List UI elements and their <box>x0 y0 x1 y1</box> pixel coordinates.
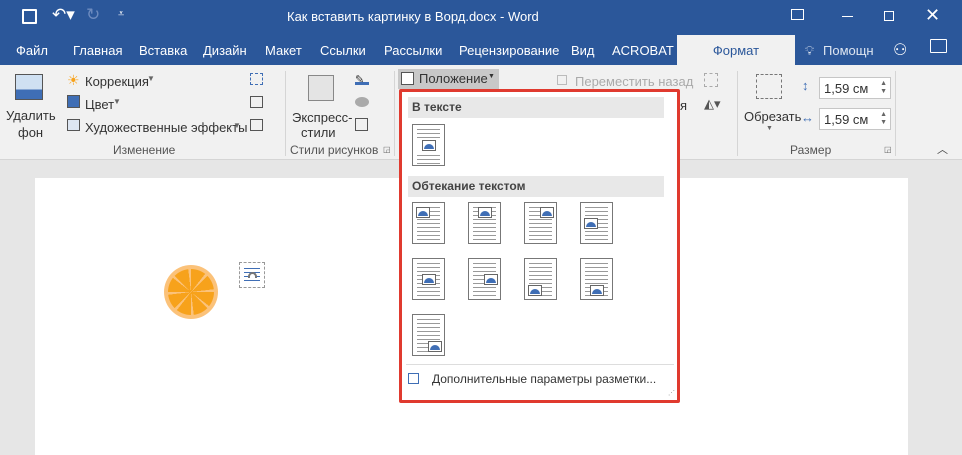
send-backward-button[interactable]: Переместить назад <box>575 74 693 89</box>
group-divider <box>285 71 286 156</box>
send-backward-icon <box>557 75 567 85</box>
width-input[interactable]: 1,59 см ▲ ▼ <box>819 108 891 130</box>
width-icon: ↔ <box>801 110 814 125</box>
picture-icon <box>584 218 598 229</box>
close-icon[interactable]: ✕ <box>925 5 940 26</box>
tab-layout[interactable]: Макет <box>265 43 302 58</box>
picture-icon <box>528 285 542 296</box>
change-picture-icon[interactable] <box>250 96 263 108</box>
dialog-launcher-icon[interactable]: ◲ <box>383 145 391 154</box>
group-divider <box>737 71 738 156</box>
remove-background-icon <box>15 74 43 100</box>
group-divider <box>394 71 395 156</box>
correction-icon: ☀ <box>67 72 80 88</box>
minimize-icon[interactable] <box>842 16 853 17</box>
position-middle-right-option[interactable] <box>468 258 501 300</box>
group-label-change: Изменение <box>113 143 176 157</box>
picture-effects-icon[interactable] <box>355 97 369 107</box>
customize-qat-icon[interactable]: ⩡ <box>118 8 124 21</box>
section-wrap-text: Обтекание текстом <box>408 176 664 197</box>
position-top-right-option[interactable] <box>524 202 557 244</box>
tab-home[interactable]: Главная <box>73 43 122 58</box>
layout-options-icon[interactable] <box>239 262 265 288</box>
position-in-line-option[interactable] <box>412 124 445 166</box>
artistic-effects-icon <box>67 119 80 131</box>
tab-references[interactable]: Ссылки <box>320 43 366 58</box>
color-button[interactable]: Цвет <box>85 97 114 112</box>
comments-icon[interactable] <box>930 39 947 53</box>
tab-insert[interactable]: Вставка <box>139 43 187 58</box>
layout-options-icon <box>408 373 419 384</box>
ribbon-tabs: Файл Главная Вставка Дизайн Макет Ссылки… <box>0 35 962 65</box>
reset-picture-icon[interactable] <box>250 119 263 131</box>
section-in-text: В тексте <box>408 97 664 118</box>
chevron-down-icon: ▼ <box>766 125 773 132</box>
group-label-picture-styles: Стили рисунков <box>290 143 379 157</box>
resize-grip-icon[interactable]: ⋰ <box>668 389 675 397</box>
height-input[interactable]: 1,59 см ▲ ▼ <box>819 77 891 99</box>
quick-styles-icon <box>308 75 334 101</box>
dialog-launcher-icon[interactable]: ◲ <box>884 145 892 154</box>
picture-icon <box>428 341 442 352</box>
artistic-effects-button[interactable]: Художественные эффекты <box>85 120 247 135</box>
picture-icon <box>540 207 554 218</box>
color-icon <box>67 95 80 108</box>
tab-format[interactable]: Формат <box>677 35 795 65</box>
collapse-ribbon-icon[interactable]: ︿ <box>937 141 948 157</box>
tab-mailings[interactable]: Рассылки <box>384 43 442 58</box>
save-icon[interactable] <box>22 9 37 24</box>
title-bar: ↶▾ ↻ ⩡ Как вставить картинку в Ворд.docx… <box>0 0 962 35</box>
orange-slice-image[interactable] <box>164 265 218 319</box>
height-icon: ↕ <box>802 78 809 93</box>
group-icon[interactable] <box>704 73 718 87</box>
tab-review[interactable]: Рецензирование <box>459 43 559 58</box>
position-bottom-left-option[interactable] <box>524 258 557 300</box>
undo-icon[interactable]: ↶▾ <box>52 5 75 25</box>
spinner-arrows[interactable]: ▲ ▼ <box>880 111 887 127</box>
position-middle-left-option[interactable] <box>580 202 613 244</box>
position-bottom-right-option[interactable] <box>412 314 445 356</box>
position-top-left-option[interactable] <box>412 202 445 244</box>
position-dropdown-menu: В тексте Обтекание текстом Дополнительны… <box>399 89 680 403</box>
help-search[interactable]: Помощн <box>823 43 874 58</box>
redo-icon[interactable]: ↻ <box>86 5 100 25</box>
group-label-size: Размер <box>790 143 832 157</box>
chevron-down-icon: ▼ <box>113 97 121 106</box>
picture-border-icon[interactable]: ✎ <box>355 73 369 86</box>
tab-acrobat[interactable]: ACROBAT <box>612 43 674 58</box>
window-title: Как вставить картинку в Ворд.docx - Word <box>287 9 539 24</box>
picture-icon <box>590 285 604 296</box>
picture-layout-icon[interactable] <box>355 118 368 131</box>
position-button[interactable]: Положение ▼ <box>398 69 499 89</box>
picture-icon <box>416 207 430 218</box>
rotate-icon[interactable]: ◭▾ <box>704 96 721 112</box>
tab-design[interactable]: Дизайн <box>203 43 247 58</box>
crop-icon <box>756 74 782 99</box>
hidden-label-partial: я <box>680 98 688 113</box>
spinner-arrows[interactable]: ▲ ▼ <box>880 80 887 96</box>
tab-view[interactable]: Вид <box>571 43 595 58</box>
chevron-down-icon: ▼ <box>233 121 241 130</box>
chevron-down-icon: ▼ <box>488 73 495 80</box>
picture-icon <box>478 207 492 218</box>
position-icon <box>401 72 414 85</box>
chevron-down-icon: ▼ <box>147 74 155 83</box>
tab-file[interactable]: Файл <box>16 43 48 58</box>
divider <box>406 364 674 365</box>
picture-icon <box>484 274 498 285</box>
compress-pictures-icon[interactable] <box>250 73 263 85</box>
group-divider <box>895 71 896 156</box>
position-middle-center-option[interactable] <box>412 258 445 300</box>
correction-button[interactable]: Коррекция <box>85 74 149 89</box>
picture-icon <box>422 274 436 285</box>
ribbon-display-icon[interactable] <box>791 9 804 20</box>
position-bottom-center-option[interactable] <box>580 258 613 300</box>
maximize-icon[interactable] <box>884 11 894 21</box>
position-top-center-option[interactable] <box>468 202 501 244</box>
lightbulb-icon[interactable]: 💡︎ <box>805 43 814 59</box>
share-icon[interactable]: ⚇ <box>893 40 907 60</box>
